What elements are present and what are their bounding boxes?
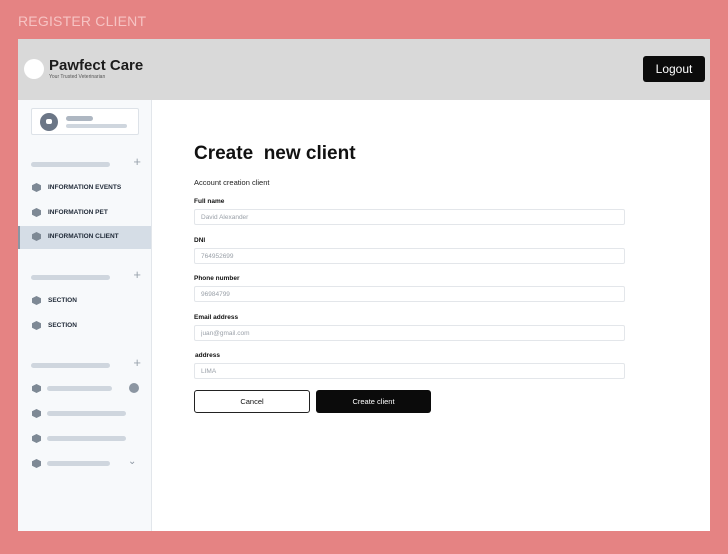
full-name-input[interactable]	[194, 209, 625, 225]
item-label-placeholder	[47, 411, 126, 416]
plus-icon[interactable]: +	[133, 356, 141, 370]
hexagon-icon	[32, 296, 41, 305]
plus-icon[interactable]: +	[133, 268, 141, 282]
hexagon-icon	[32, 232, 41, 241]
hexagon-icon	[32, 321, 41, 330]
item-label-placeholder	[47, 436, 126, 441]
dni-input[interactable]	[194, 248, 625, 264]
email-address-input[interactable]	[194, 325, 625, 341]
header-bar: Pawfect Care Your Trusted Veterinarian L…	[18, 39, 710, 100]
page-title: Create new client	[194, 143, 356, 164]
plus-icon[interactable]: +	[133, 155, 141, 169]
logo-icon	[24, 59, 44, 79]
email-address-label: Email address	[194, 314, 239, 321]
sidebar-item-placeholder[interactable]	[18, 378, 151, 400]
profile-name-placeholder	[66, 116, 93, 121]
phone-number-input[interactable]	[194, 286, 625, 302]
create-client-button[interactable]: Create client	[316, 390, 431, 413]
status-dot-icon	[129, 383, 139, 393]
cancel-button[interactable]: Cancel	[194, 390, 310, 413]
canvas-label: REGISTER CLIENT	[18, 13, 147, 29]
app-window: Pawfect Care Your Trusted Veterinarian L…	[18, 39, 710, 531]
full-name-label: Full name	[194, 198, 225, 205]
avatar-icon	[40, 113, 58, 131]
chevron-down-icon[interactable]: ⌄	[128, 456, 136, 467]
profile-card[interactable]	[31, 108, 139, 135]
hexagon-icon	[32, 459, 41, 468]
address-label: address	[195, 352, 220, 359]
hexagon-icon	[32, 384, 41, 393]
hexagon-icon	[32, 409, 41, 418]
item-label-placeholder	[47, 386, 112, 391]
sidebar-group-header-2: +	[31, 268, 141, 284]
phone-number-label: Phone number	[194, 275, 240, 282]
brand-name: Pawfect Care	[49, 57, 144, 74]
dni-label: DNI	[194, 237, 206, 244]
sidebar-item-label: INFORMATION CLIENT	[48, 233, 119, 240]
item-label-placeholder	[47, 461, 110, 466]
sidebar-item-label: INFORMATION PET	[48, 209, 108, 216]
logout-button[interactable]: Logout	[643, 56, 705, 82]
group-title-placeholder	[31, 162, 110, 167]
page-subtitle: Account creation client	[194, 178, 270, 187]
group-title-placeholder	[31, 363, 110, 368]
profile-subtitle-placeholder	[66, 124, 127, 128]
sidebar: + INFORMATION EVENTS INFORMATION PET INF…	[18, 100, 152, 531]
sidebar-group-header-1: +	[31, 155, 141, 171]
sidebar-item-section-1[interactable]: SECTION	[18, 290, 151, 312]
group-title-placeholder	[31, 275, 110, 280]
sidebar-item-label: SECTION	[48, 297, 77, 304]
sidebar-item-information-pet[interactable]: INFORMATION PET	[18, 202, 151, 224]
hexagon-icon	[32, 183, 41, 192]
hexagon-icon	[32, 434, 41, 443]
sidebar-item-label: SECTION	[48, 322, 77, 329]
sidebar-item-label: INFORMATION EVENTS	[48, 184, 122, 191]
hexagon-icon	[32, 208, 41, 217]
sidebar-item-information-events[interactable]: INFORMATION EVENTS	[18, 177, 151, 199]
address-input[interactable]	[194, 363, 625, 379]
sidebar-item-section-2[interactable]: SECTION	[18, 315, 151, 337]
sidebar-item-information-client[interactable]: INFORMATION CLIENT	[18, 226, 151, 249]
sidebar-item-placeholder[interactable]: ⌄	[18, 453, 151, 475]
sidebar-item-placeholder[interactable]	[18, 403, 151, 425]
sidebar-group-header-3: +	[31, 356, 141, 372]
brand-tagline: Your Trusted Veterinarian	[49, 74, 106, 80]
sidebar-item-placeholder[interactable]	[18, 428, 151, 450]
